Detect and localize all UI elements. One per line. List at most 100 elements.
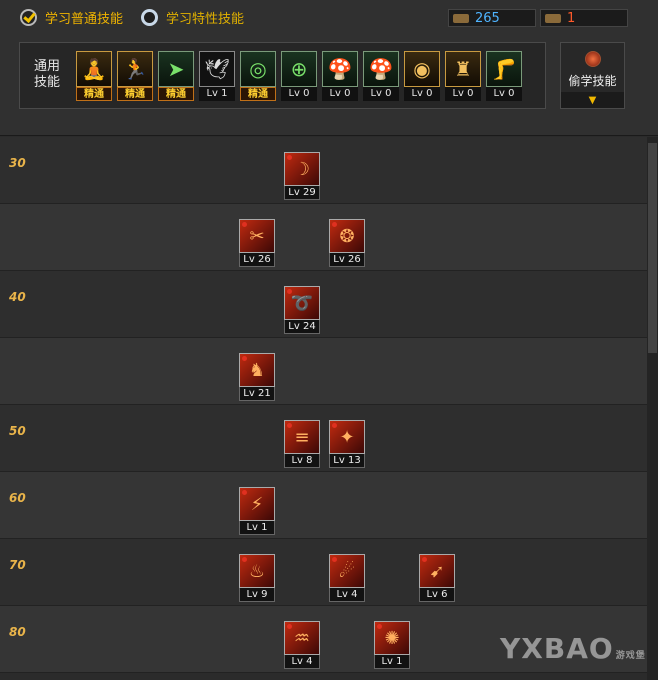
strongman-icon: ♜ [445, 51, 481, 87]
skill-icon: ☄ [329, 554, 365, 588]
tree-skill[interactable]: ☄ Lv 4 [329, 554, 365, 602]
wings-icon: 🕊 [199, 51, 235, 87]
steal-skill-icon [585, 51, 601, 67]
scroll-thumb[interactable] [648, 143, 657, 353]
watermark-text: YXBAO [500, 632, 614, 665]
skill-icon: ♞ [239, 353, 275, 387]
skill-icon: ⚡ [239, 487, 275, 521]
dropdown-arrow-icon[interactable]: ▼ [561, 92, 624, 108]
skill-level-caption: 精通 [76, 87, 112, 101]
skill-icon: ≡ [284, 420, 320, 454]
skill-level-caption: Lv 4 [329, 588, 365, 602]
sp-badge-icon [545, 13, 561, 23]
steal-skill-label: 偷学技能 [568, 74, 617, 88]
tree-skill[interactable]: ➹ Lv 6 [419, 554, 455, 602]
kick-icon: 🦵 [486, 51, 522, 87]
skill-icon: ♒ [284, 621, 320, 655]
tab-label: 学习特性技能 [166, 11, 245, 27]
common-skill-slot[interactable]: 🍄 Lv 0 [363, 51, 399, 101]
crosshair-icon: ◎ [240, 51, 276, 87]
skill-level-caption: Lv 6 [419, 588, 455, 602]
tab-label: 学习普通技能 [45, 11, 124, 27]
dash-icon: ➤ [158, 51, 194, 87]
normal-sp-counter: 265 [448, 9, 536, 27]
skill-level-caption: Lv 9 [239, 588, 275, 602]
skill-tree-row: 70 ♨ Lv 9 ☄ Lv 4 ➹ Lv 6 [0, 539, 647, 606]
skill-icon: ➹ [419, 554, 455, 588]
common-skill-slot[interactable]: ◉ Lv 0 [404, 51, 440, 101]
common-skill-slot[interactable]: ⊕ Lv 0 [281, 51, 317, 101]
skill-level-caption: Lv 21 [239, 387, 275, 401]
tree-skill[interactable]: ♨ Lv 9 [239, 554, 275, 602]
tree-skill[interactable]: ➰ Lv 24 [284, 286, 320, 334]
row-level-label: 70 [9, 558, 26, 572]
tree-skill[interactable]: ❂ Lv 26 [329, 219, 365, 267]
tree-skill[interactable]: ♞ Lv 21 [239, 353, 275, 401]
skill-level-caption: Lv 0 [281, 87, 317, 101]
skill-icon: ✂ [239, 219, 275, 253]
common-skill-slot[interactable]: ◎ 精通 [240, 51, 276, 101]
special-sp-counter: 1 [540, 9, 628, 27]
sp-badge-icon [453, 13, 469, 23]
sit-figure-icon: 🧘 [76, 51, 112, 87]
steal-skill-button[interactable]: 偷学技能 ▼ [560, 42, 625, 109]
skill-icon: ✦ [329, 420, 365, 454]
tree-skill[interactable]: ≡ Lv 8 [284, 420, 320, 468]
radio-icon [141, 8, 159, 26]
skill-level-caption: Lv 1 [199, 87, 235, 101]
mushroom-icon: 🍄 [322, 51, 358, 87]
skill-tree-row: 40 ➰ Lv 24 [0, 271, 647, 338]
skill-icon: ♨ [239, 554, 275, 588]
watermark-logo: YXBAO 游戏堡 [500, 632, 646, 665]
common-skill-slot[interactable]: ➤ 精通 [158, 51, 194, 101]
common-skills-label: 通用技能 [34, 59, 61, 90]
skill-level-caption: Lv 0 [404, 87, 440, 101]
skill-icon: ❂ [329, 219, 365, 253]
tree-scrollbar[interactable] [647, 137, 658, 680]
skill-icon: ✺ [374, 621, 410, 655]
skill-level-caption: Lv 1 [374, 655, 410, 669]
tab-special-skills[interactable]: 学习特性技能 [141, 6, 244, 28]
skill-icon: ☽ [284, 152, 320, 186]
common-skills-panel: 通用技能 🧘 精通 🏃 精通 ➤ 精通 🕊 Lv 1 ◎ 精通 ⊕ Lv 0 🍄 Lv 0 🍄 Lv 0 ◉ Lv… [19, 42, 546, 109]
skill-tree: 30 ☽ Lv 29 ✂ Lv 26 ❂ Lv 26 40 ➰ Lv 24 ♞ Lv 21 50 ≡ Lv … [0, 137, 647, 680]
skill-level-caption: Lv 8 [284, 454, 320, 468]
skill-tree-row: 60 ⚡ Lv 1 [0, 472, 647, 539]
row-level-label: 60 [9, 491, 26, 505]
skill-level-caption: 精通 [117, 87, 153, 101]
special-sp-value: 1 [567, 10, 576, 26]
skill-level-caption: Lv 0 [486, 87, 522, 101]
skill-tree-row: ✂ Lv 26 ❂ Lv 26 [0, 204, 647, 271]
skill-level-caption: Lv 26 [329, 253, 365, 267]
common-skill-slot[interactable]: 🏃 精通 [117, 51, 153, 101]
skill-level-caption: Lv 29 [284, 186, 320, 200]
common-skill-slot[interactable]: 🍄 Lv 0 [322, 51, 358, 101]
tree-skill[interactable]: ☽ Lv 29 [284, 152, 320, 200]
row-level-label: 80 [9, 625, 26, 639]
skill-level-caption: Lv 24 [284, 320, 320, 334]
row-level-label: 40 [9, 290, 26, 304]
skill-header: 学习普通技能 学习特性技能 265 1 通用技能 🧘 精通 🏃 精通 ➤ 精通 🕊 Lv 1 ◎… [0, 0, 658, 136]
row-level-label: 30 [9, 156, 26, 170]
common-skill-slot[interactable]: 🧘 精通 [76, 51, 112, 101]
skill-level-caption: Lv 0 [445, 87, 481, 101]
tree-skill[interactable]: ♒ Lv 4 [284, 621, 320, 669]
tree-skill[interactable]: ✺ Lv 1 [374, 621, 410, 669]
skill-level-caption: 精通 [158, 87, 194, 101]
skill-level-caption: 精通 [240, 87, 276, 101]
tree-skill[interactable]: ✂ Lv 26 [239, 219, 275, 267]
tree-skill[interactable]: ⚡ Lv 1 [239, 487, 275, 535]
row-level-label: 50 [9, 424, 26, 438]
common-skill-slot[interactable]: 🦵 Lv 0 [486, 51, 522, 101]
skill-tree-row: ♞ Lv 21 [0, 338, 647, 405]
checked-radio-icon [20, 8, 37, 26]
common-skill-slot[interactable]: 🕊 Lv 1 [199, 51, 235, 101]
skill-level-caption: Lv 26 [239, 253, 275, 267]
tab-bar: 学习普通技能 学习特性技能 [20, 6, 244, 28]
skill-level-caption: Lv 4 [284, 655, 320, 669]
tab-normal-skills[interactable]: 学习普通技能 [20, 6, 123, 28]
common-skill-slot[interactable]: ♜ Lv 0 [445, 51, 481, 101]
tree-skill[interactable]: ✦ Lv 13 [329, 420, 365, 468]
eye-icon: ◉ [404, 51, 440, 87]
skill-level-caption: Lv 0 [322, 87, 358, 101]
